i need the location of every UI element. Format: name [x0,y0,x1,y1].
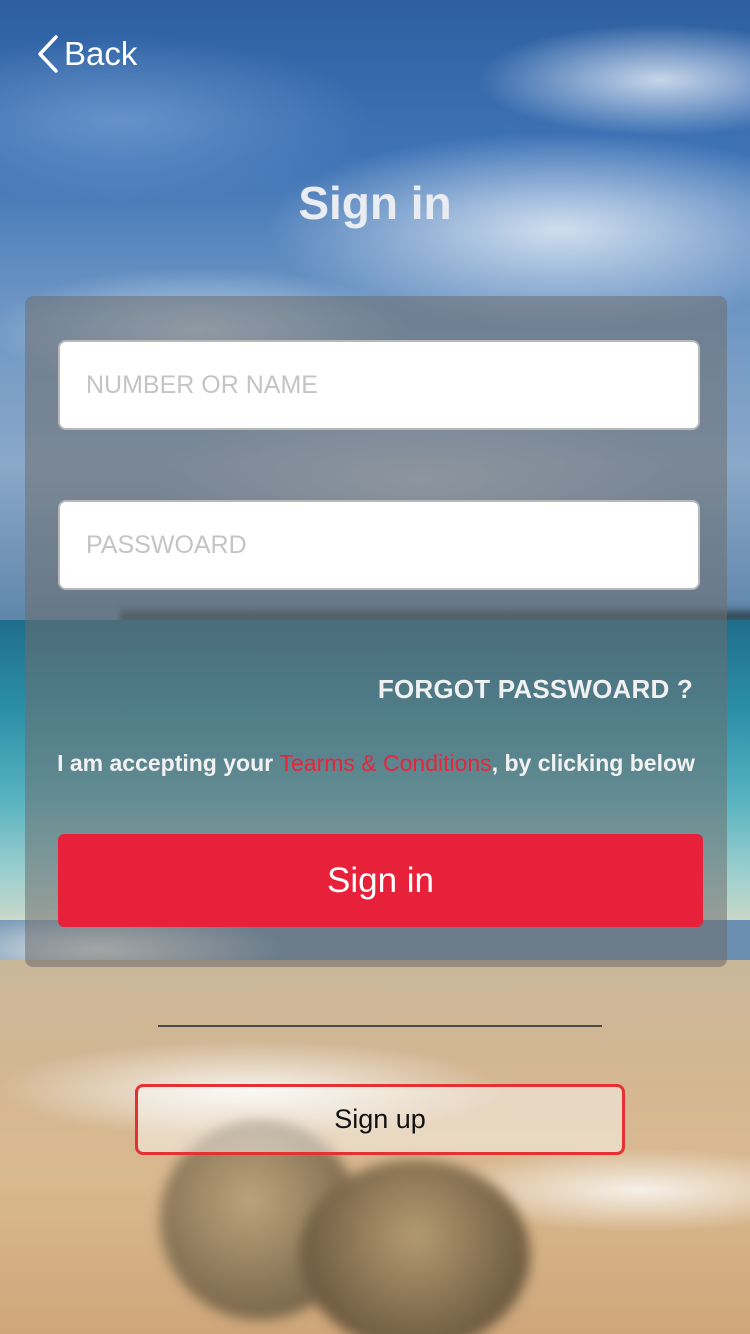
sign-in-panel: FORGOT PASSWOARD ? I am accepting your T… [25,296,727,967]
forgot-password-link[interactable]: FORGOT PASSWOARD ? [378,674,693,705]
back-label: Back [64,35,138,72]
terms-conditions-link[interactable]: Tearms & Conditions [279,750,491,776]
password-field[interactable] [58,500,700,590]
terms-prefix: I am accepting your [57,750,280,776]
back-button[interactable]: Back [36,34,137,74]
sign-up-button[interactable]: Sign up [135,1084,625,1155]
terms-suffix: , by clicking below [491,750,695,776]
sign-in-screen: Back Sign in FORGOT PASSWOARD ? I am acc… [0,0,750,1334]
username-field[interactable] [58,340,700,430]
sign-in-button[interactable]: Sign in [58,834,703,927]
password-input[interactable] [86,502,676,588]
terms-text: I am accepting your Tearms & Conditions,… [25,750,727,777]
page-title: Sign in [298,177,452,229]
divider [158,1025,602,1027]
chevron-left-icon [36,34,60,74]
username-input[interactable] [86,342,676,428]
